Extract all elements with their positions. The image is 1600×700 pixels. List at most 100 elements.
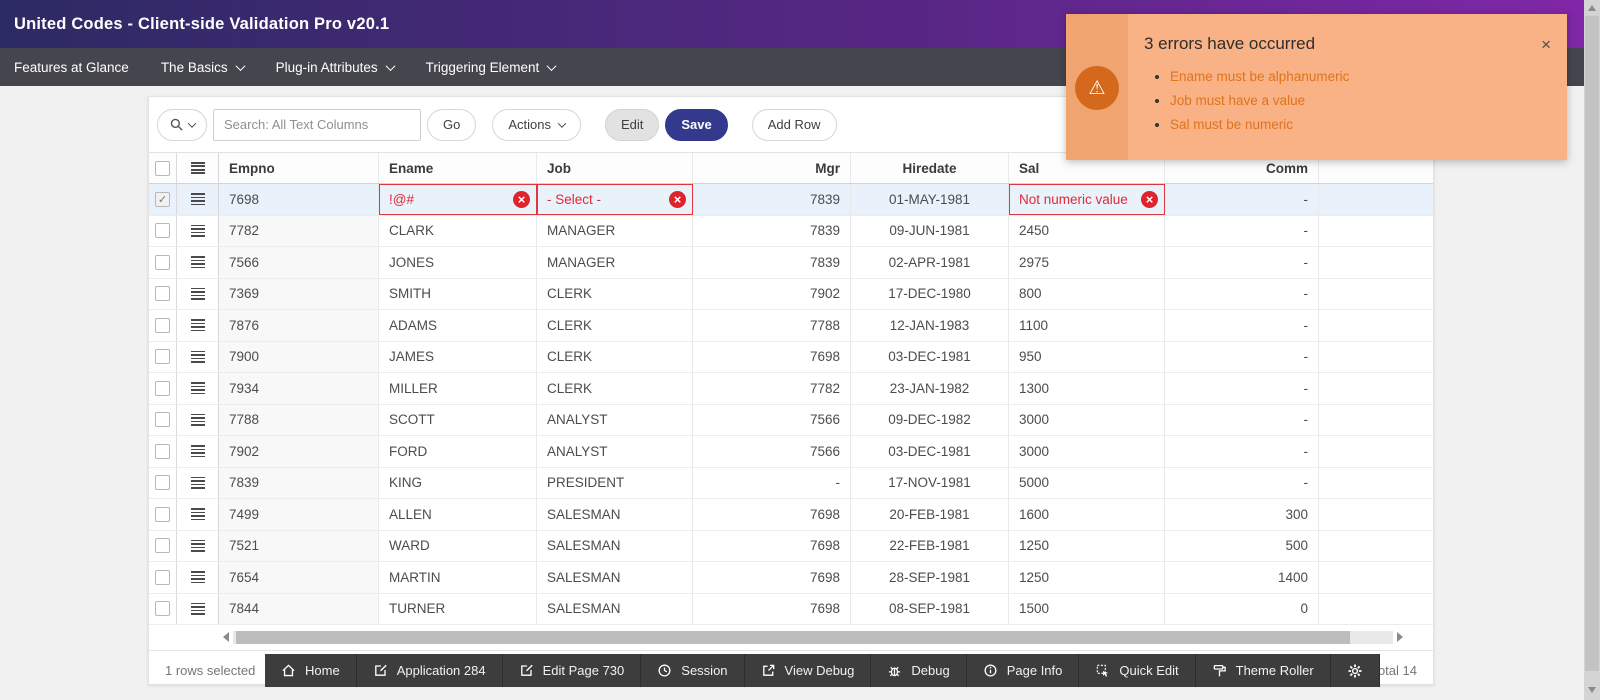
cell-empno[interactable]: 7876 [219, 310, 379, 341]
go-button[interactable]: Go [427, 109, 476, 141]
search-input[interactable] [213, 109, 421, 141]
devbar-page-info[interactable]: Page Info [967, 654, 1080, 687]
row-checkbox[interactable] [155, 444, 170, 459]
cell-sal[interactable]: 1250 [1009, 531, 1165, 562]
cell-hiredate[interactable]: 03-DEC-1981 [851, 342, 1009, 373]
page-scrollbar[interactable] [1584, 0, 1600, 700]
cell-job[interactable]: SALESMAN [537, 562, 693, 593]
row-menu-cell[interactable] [177, 468, 219, 499]
row-menu-cell[interactable] [177, 247, 219, 278]
cell-empno[interactable]: 7698 [219, 184, 379, 215]
row-menu-cell[interactable] [177, 405, 219, 436]
cell-mgr[interactable]: 7698 [693, 531, 851, 562]
column-header-ename[interactable]: Ename [379, 153, 537, 183]
cell-ename[interactable]: ALLEN [379, 499, 537, 530]
cell-comm[interactable]: - [1165, 373, 1319, 404]
cell-ename[interactable]: WARD [379, 531, 537, 562]
row-menu-cell[interactable] [177, 436, 219, 467]
cell-job[interactable]: CLERK [537, 373, 693, 404]
cell-comm[interactable]: 0 [1165, 594, 1319, 625]
cell-comm[interactable]: - [1165, 247, 1319, 278]
row-menu-cell[interactable] [177, 562, 219, 593]
close-icon[interactable]: × [1541, 36, 1551, 53]
cell-sal[interactable]: 950 [1009, 342, 1165, 373]
cell-job[interactable]: MANAGER [537, 216, 693, 247]
cell-sal[interactable]: 2975 [1009, 247, 1165, 278]
cell-ename[interactable]: TURNER [379, 594, 537, 625]
cell-ename[interactable]: SCOTT [379, 405, 537, 436]
cell-job[interactable]: ANALYST [537, 405, 693, 436]
row-checkbox[interactable] [155, 601, 170, 616]
header-menu-cell[interactable] [177, 153, 219, 183]
cell-comm[interactable]: - [1165, 342, 1319, 373]
row-checkbox[interactable] [155, 255, 170, 270]
devbar-application[interactable]: Application 284 [357, 654, 503, 687]
error-link[interactable]: Job must have a value [1170, 93, 1305, 108]
devbar-home[interactable]: Home [265, 654, 357, 687]
cell-sal[interactable]: 5000 [1009, 468, 1165, 499]
search-column-selector-button[interactable] [157, 109, 207, 141]
cell-mgr[interactable]: 7698 [693, 342, 851, 373]
cell-hiredate[interactable]: 01-MAY-1981 [851, 184, 1009, 215]
cell-empno[interactable]: 7521 [219, 531, 379, 562]
column-header-mgr[interactable]: Mgr [693, 153, 851, 183]
cell-ename[interactable]: CLARK [379, 216, 537, 247]
cell-ename[interactable]: !@#× [379, 184, 537, 215]
nav-item-plugin-attributes[interactable]: Plug-in Attributes [260, 48, 410, 86]
cell-ename[interactable]: SMITH [379, 279, 537, 310]
cell-hiredate[interactable]: 02-APR-1981 [851, 247, 1009, 278]
cell-ename[interactable]: FORD [379, 436, 537, 467]
cell-mgr[interactable]: 7566 [693, 405, 851, 436]
row-checkbox[interactable] [155, 381, 170, 396]
edit-button[interactable]: Edit [605, 109, 659, 141]
cell-hiredate[interactable]: 08-SEP-1981 [851, 594, 1009, 625]
cell-empno[interactable]: 7934 [219, 373, 379, 404]
cell-empno[interactable]: 7839 [219, 468, 379, 499]
row-checkbox[interactable] [155, 570, 170, 585]
cell-mgr[interactable]: 7788 [693, 310, 851, 341]
scroll-down-arrow[interactable] [1588, 687, 1596, 693]
row-checkbox[interactable] [155, 475, 170, 490]
cell-comm[interactable]: 1400 [1165, 562, 1319, 593]
cell-job[interactable]: SALESMAN [537, 499, 693, 530]
cell-empno[interactable]: 7566 [219, 247, 379, 278]
row-checkbox[interactable] [155, 318, 170, 333]
save-button[interactable]: Save [665, 109, 727, 141]
cell-empno[interactable]: 7788 [219, 405, 379, 436]
scrollbar-thumb[interactable] [236, 631, 1350, 644]
add-row-button[interactable]: Add Row [752, 109, 837, 141]
cell-empno[interactable]: 7782 [219, 216, 379, 247]
cell-comm[interactable]: - [1165, 468, 1319, 499]
row-menu-cell[interactable] [177, 531, 219, 562]
row-menu-cell[interactable] [177, 216, 219, 247]
cell-ename[interactable]: JAMES [379, 342, 537, 373]
column-header-empno[interactable]: Empno [219, 153, 379, 183]
row-menu-cell[interactable] [177, 373, 219, 404]
cell-ename[interactable]: ADAMS [379, 310, 537, 341]
cell-mgr[interactable]: 7902 [693, 279, 851, 310]
column-header-hiredate[interactable]: Hiredate [851, 153, 1009, 183]
cell-comm[interactable]: - [1165, 436, 1319, 467]
row-menu-cell[interactable] [177, 499, 219, 530]
cell-hiredate[interactable]: 12-JAN-1983 [851, 310, 1009, 341]
devbar-theme-roller[interactable]: Theme Roller [1196, 654, 1331, 687]
cell-comm[interactable]: 500 [1165, 531, 1319, 562]
cell-empno[interactable]: 7902 [219, 436, 379, 467]
row-checkbox[interactable] [155, 223, 170, 238]
cell-sal[interactable]: 1500 [1009, 594, 1165, 625]
cell-comm[interactable]: - [1165, 216, 1319, 247]
nav-item-features-at-glance[interactable]: Features at Glance [14, 48, 145, 86]
row-checkbox[interactable] [155, 538, 170, 553]
cell-hiredate[interactable]: 09-JUN-1981 [851, 216, 1009, 247]
devbar-view-debug[interactable]: View Debug [745, 654, 872, 687]
cell-mgr[interactable]: 7698 [693, 499, 851, 530]
select-all-checkbox[interactable] [155, 161, 170, 176]
cell-hiredate[interactable]: 23-JAN-1982 [851, 373, 1009, 404]
cell-job[interactable]: - Select -× [537, 184, 693, 215]
row-checkbox[interactable] [155, 349, 170, 364]
cell-ename[interactable]: MILLER [379, 373, 537, 404]
cell-comm[interactable]: - [1165, 184, 1319, 215]
cell-sal[interactable]: 800 [1009, 279, 1165, 310]
row-checkbox[interactable] [155, 286, 170, 301]
nav-item-the-basics[interactable]: The Basics [145, 48, 260, 86]
